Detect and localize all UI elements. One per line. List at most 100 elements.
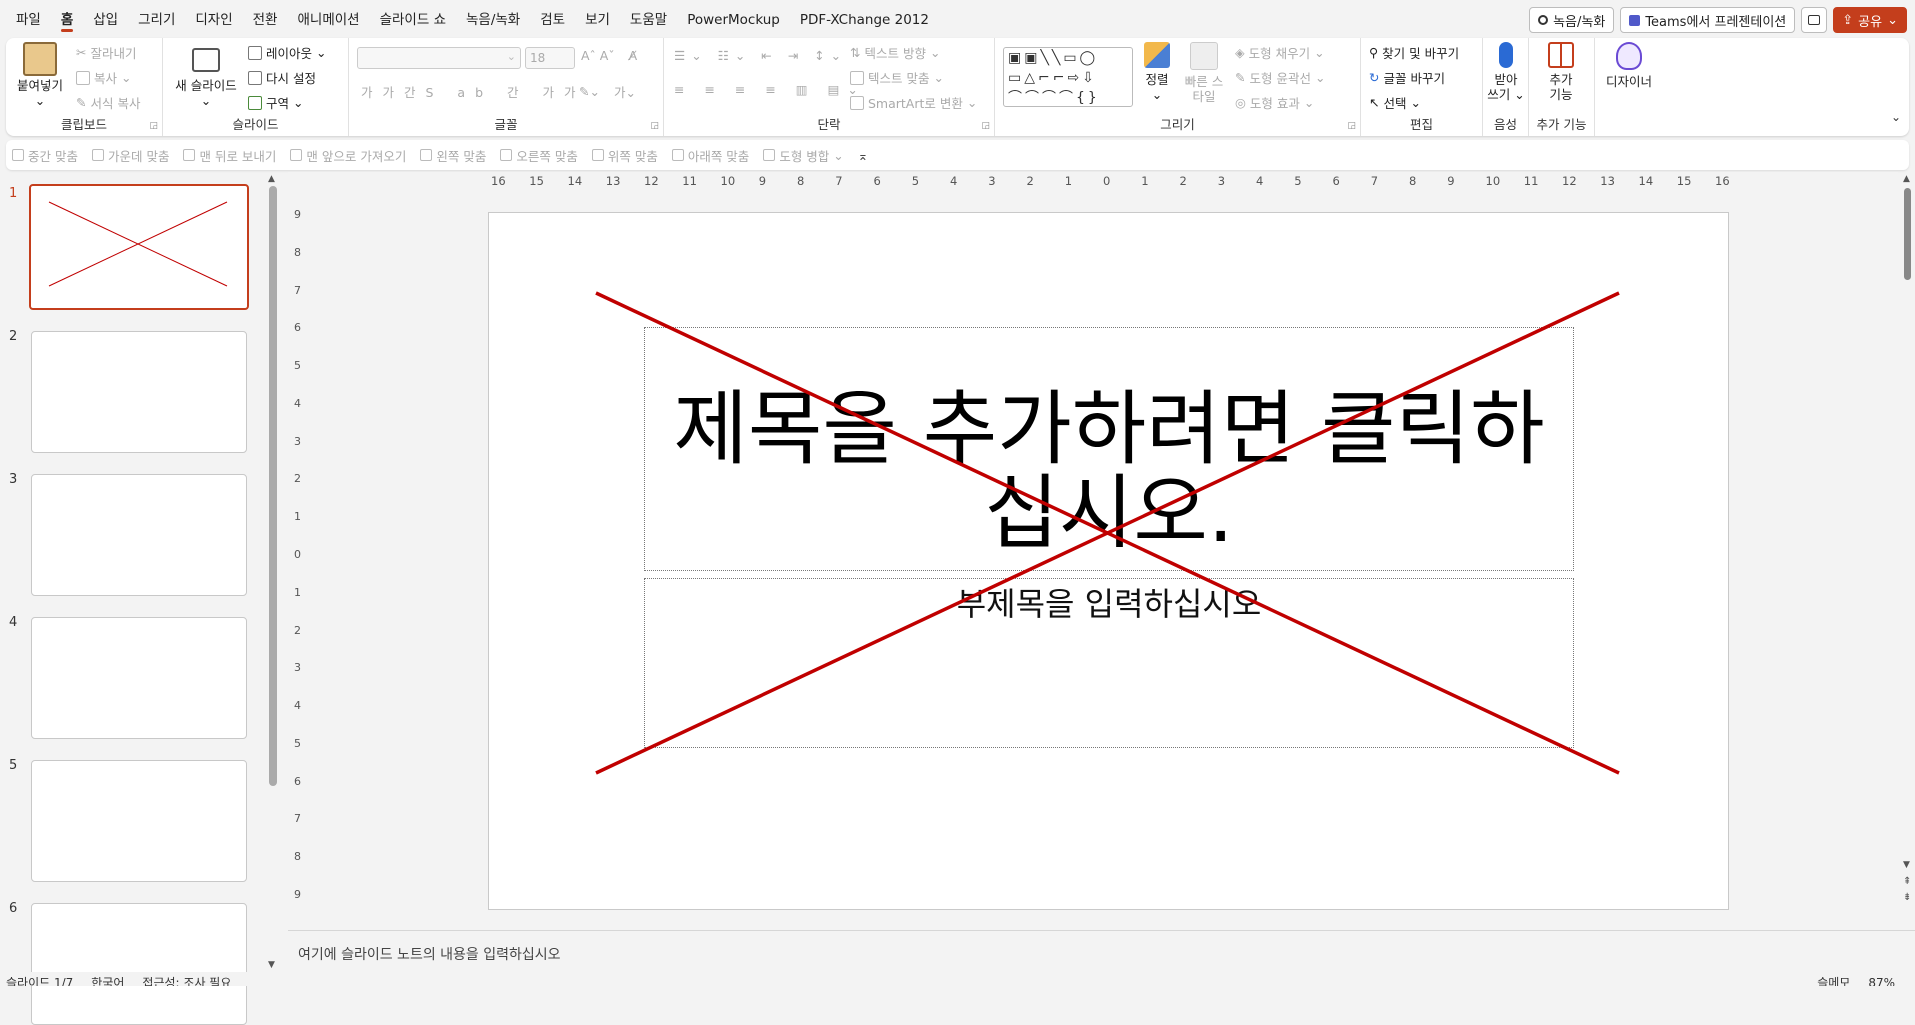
arrange-command-button[interactable]: 가운데 맞춤 bbox=[91, 146, 169, 165]
ruler-tick: 1 bbox=[1064, 174, 1073, 188]
collapse-ribbon-icon[interactable]: ⌄ bbox=[1891, 110, 1901, 124]
scroll-down-icon[interactable]: ▼ bbox=[268, 960, 275, 970]
format-painter-button[interactable]: ✎ 서식 복사 bbox=[76, 93, 140, 112]
customize-toolbar-icon[interactable]: ⌅ bbox=[858, 148, 868, 163]
arrange-command-button[interactable]: 오른쪽 맞춤 bbox=[500, 146, 578, 165]
share-label: 공유 bbox=[1858, 14, 1883, 30]
comments-button[interactable] bbox=[1801, 7, 1828, 33]
menu-tab[interactable]: 도움말 bbox=[620, 0, 677, 38]
arrange-command-button[interactable]: 맨 뒤로 보내기 bbox=[183, 146, 276, 165]
copy-icon bbox=[76, 70, 90, 85]
replace-icon: ↻ bbox=[1369, 70, 1380, 85]
menu-tab[interactable]: 전환 bbox=[243, 0, 288, 38]
arrange-command-label: 오른쪽 맞춤 bbox=[516, 148, 578, 164]
dictate-button[interactable]: 받아 쓰기 ⌄ bbox=[1487, 42, 1525, 102]
next-slide-down-icon[interactable]: ⇟ bbox=[1903, 892, 1911, 903]
replace-font-button[interactable]: ↻ 글꼴 바꾸기 bbox=[1369, 68, 1445, 87]
notes-toggle[interactable]: 슬메모 bbox=[1817, 972, 1850, 986]
menu-tab[interactable]: 애니메이션 bbox=[287, 0, 369, 38]
slide-thumbnails-pane: 1 2 3 4 5 6 bbox=[0, 176, 285, 1025]
smartart-label: SmartArt로 변환 bbox=[868, 96, 963, 111]
font-name-combobox[interactable]: ⌄ bbox=[357, 47, 521, 69]
reset-button[interactable]: 다시 설정 bbox=[248, 68, 316, 87]
slide-thumbnail[interactable] bbox=[31, 903, 247, 1025]
menu-tab[interactable]: 홈 bbox=[51, 0, 83, 38]
section-button[interactable]: 구역 ⌄ bbox=[248, 93, 304, 112]
slide-number: 1 bbox=[9, 186, 18, 201]
language-indicator[interactable]: 한국어 bbox=[91, 972, 124, 986]
shapes-gallery[interactable]: ▣▣╲╲▭◯ ▭△⌐⌐⇨⇩ ⌒⌒⌒⌒{} bbox=[1003, 47, 1133, 107]
slide-canvas[interactable]: 제목을 추가하려면 클릭하십시오. 부제목을 입력하십시오 bbox=[488, 212, 1729, 910]
menu-tab[interactable]: PowerMockup bbox=[677, 0, 790, 38]
editor-scrollbar[interactable]: ▲ ▼ ⇞ ⇟ bbox=[1902, 174, 1912, 916]
slide-thumbnail[interactable] bbox=[31, 474, 247, 596]
align-buttons[interactable]: ≡ ≡ ≡ ≡ ▥ ▤⌄ bbox=[674, 82, 866, 97]
layout-button[interactable]: 레이아웃 ⌄ bbox=[248, 43, 327, 62]
dictate-label: 받아 쓰기 bbox=[1487, 72, 1518, 102]
scroll-up-icon[interactable]: ▲ bbox=[268, 174, 275, 184]
menu-tab[interactable]: PDF-XChange 2012 bbox=[790, 0, 939, 38]
menu-tab[interactable]: 보기 bbox=[575, 0, 620, 38]
smartart-button[interactable]: SmartArt로 변환 ⌄ bbox=[850, 93, 977, 112]
arrange-command-button[interactable]: 중간 맞춤 bbox=[12, 146, 78, 165]
shape-outline-button[interactable]: ✎ 도형 윤곽선 ⌄ bbox=[1235, 68, 1325, 87]
dialog-launcher-icon[interactable]: ◲ bbox=[149, 121, 158, 131]
slide-thumbnail[interactable] bbox=[31, 760, 247, 882]
menu-tab[interactable]: 녹음/녹화 bbox=[456, 0, 530, 38]
accessibility-status[interactable]: 접근성: 조사 필요 bbox=[142, 972, 231, 986]
align-text-button[interactable]: 텍스트 맞춤 ⌄ bbox=[850, 68, 944, 87]
shape-fill-button[interactable]: ◈ 도형 채우기 ⌄ bbox=[1235, 43, 1325, 62]
find-replace-button[interactable]: ⚲ 찾기 및 바꾸기 bbox=[1369, 43, 1459, 62]
zoom-level[interactable]: 87% bbox=[1868, 972, 1895, 986]
scroll-up-icon[interactable]: ▲ bbox=[1903, 174, 1910, 184]
notes-pane[interactable]: 여기에 슬라이드 노트의 내용을 입력하십시오 bbox=[288, 930, 1915, 972]
paste-button[interactable]: 붙여넣기 ⌄ bbox=[12, 42, 68, 108]
arrange-command-button[interactable]: 위쪽 맞춤 bbox=[591, 146, 658, 165]
brush-icon: ✎ bbox=[76, 95, 87, 110]
menu-tab[interactable]: 파일 bbox=[6, 0, 51, 38]
arrange-command-button[interactable]: 아래쪽 맞춤 bbox=[671, 146, 750, 165]
slide-thumbnail[interactable] bbox=[31, 331, 247, 453]
copy-button[interactable]: 복사 ⌄ bbox=[76, 68, 132, 87]
font-color-buttons[interactable]: ✎⌄ 가⌄ bbox=[579, 82, 636, 101]
list-buttons[interactable]: ☰⌄ ☷⌄ ⇤ ⇥ ↕⌄ bbox=[674, 48, 847, 63]
dialog-launcher-icon[interactable]: ◲ bbox=[981, 121, 990, 131]
scrollbar-thumb[interactable] bbox=[1904, 188, 1911, 280]
slide-thumbnail[interactable] bbox=[29, 184, 249, 310]
shape-effects-button[interactable]: ◎ 도형 효과 ⌄ bbox=[1235, 93, 1314, 112]
menu-tab[interactable]: 디자인 bbox=[185, 0, 242, 38]
font-group: ⌄ 18 Aˆ Aˇ A̸ 가가간S ab 간 가가 ✎⌄ 가⌄ 글꼴 ◲ bbox=[349, 38, 664, 136]
font-size-combobox[interactable]: 18 bbox=[525, 47, 575, 69]
dialog-launcher-icon[interactable]: ◲ bbox=[1347, 121, 1356, 131]
text-direction-button[interactable]: ⇅ 텍스트 방향 ⌄ bbox=[850, 43, 940, 62]
menu-tab[interactable]: 삽입 bbox=[83, 0, 128, 38]
arrange-command-button[interactable]: 맨 앞으로 가져오기 bbox=[290, 146, 406, 165]
cut-button[interactable]: ✂ 잘라내기 bbox=[76, 43, 137, 62]
arrange-command-label: 맨 뒤로 보내기 bbox=[199, 148, 277, 164]
font-format-buttons[interactable]: 가가간S ab 간 가가 bbox=[361, 82, 585, 101]
select-button[interactable]: ↖ 선택 ⌄ bbox=[1369, 93, 1421, 112]
thumbnails-scrollbar[interactable] bbox=[269, 186, 277, 786]
cross-shape[interactable] bbox=[489, 213, 1730, 911]
designer-button[interactable]: 디자이너 bbox=[1601, 42, 1657, 89]
record-button[interactable]: 녹음/녹화 bbox=[1529, 7, 1615, 33]
quick-styles-button[interactable]: 빠른 스타일 bbox=[1182, 42, 1226, 104]
ruler-tick: 3 bbox=[988, 174, 996, 188]
new-slide-button[interactable]: 새 슬라이드 ⌄ bbox=[173, 42, 239, 108]
prev-slide-icon[interactable]: ▼ bbox=[1903, 860, 1910, 870]
share-button[interactable]: ⇪ 공유 ⌄ bbox=[1833, 7, 1907, 33]
arrange-command-button[interactable]: 도형 병합 ⌄ bbox=[763, 146, 844, 165]
arrange-command-button[interactable]: 왼쪽 맞춤 bbox=[420, 146, 486, 165]
slide-thumbnail[interactable] bbox=[31, 617, 247, 739]
menu-tab[interactable]: 그리기 bbox=[128, 0, 185, 38]
arrange-command-label: 아래쪽 맞춤 bbox=[687, 148, 750, 164]
menu-tab[interactable]: 슬라이드 쇼 bbox=[370, 0, 456, 38]
next-slide-icon[interactable]: ⇞ bbox=[1903, 876, 1911, 887]
layout-icon bbox=[248, 45, 262, 60]
arrange-button[interactable]: 정렬 ⌄ bbox=[1138, 42, 1176, 102]
dialog-launcher-icon[interactable]: ◲ bbox=[650, 121, 659, 131]
teams-present-button[interactable]: Teams에서 프레젠테이션 bbox=[1620, 7, 1796, 33]
addins-button[interactable]: 추가 기능 bbox=[1541, 42, 1581, 102]
menu-tab[interactable]: 검토 bbox=[530, 0, 575, 38]
font-size-buttons[interactable]: Aˆ Aˇ A̸ bbox=[581, 48, 637, 63]
